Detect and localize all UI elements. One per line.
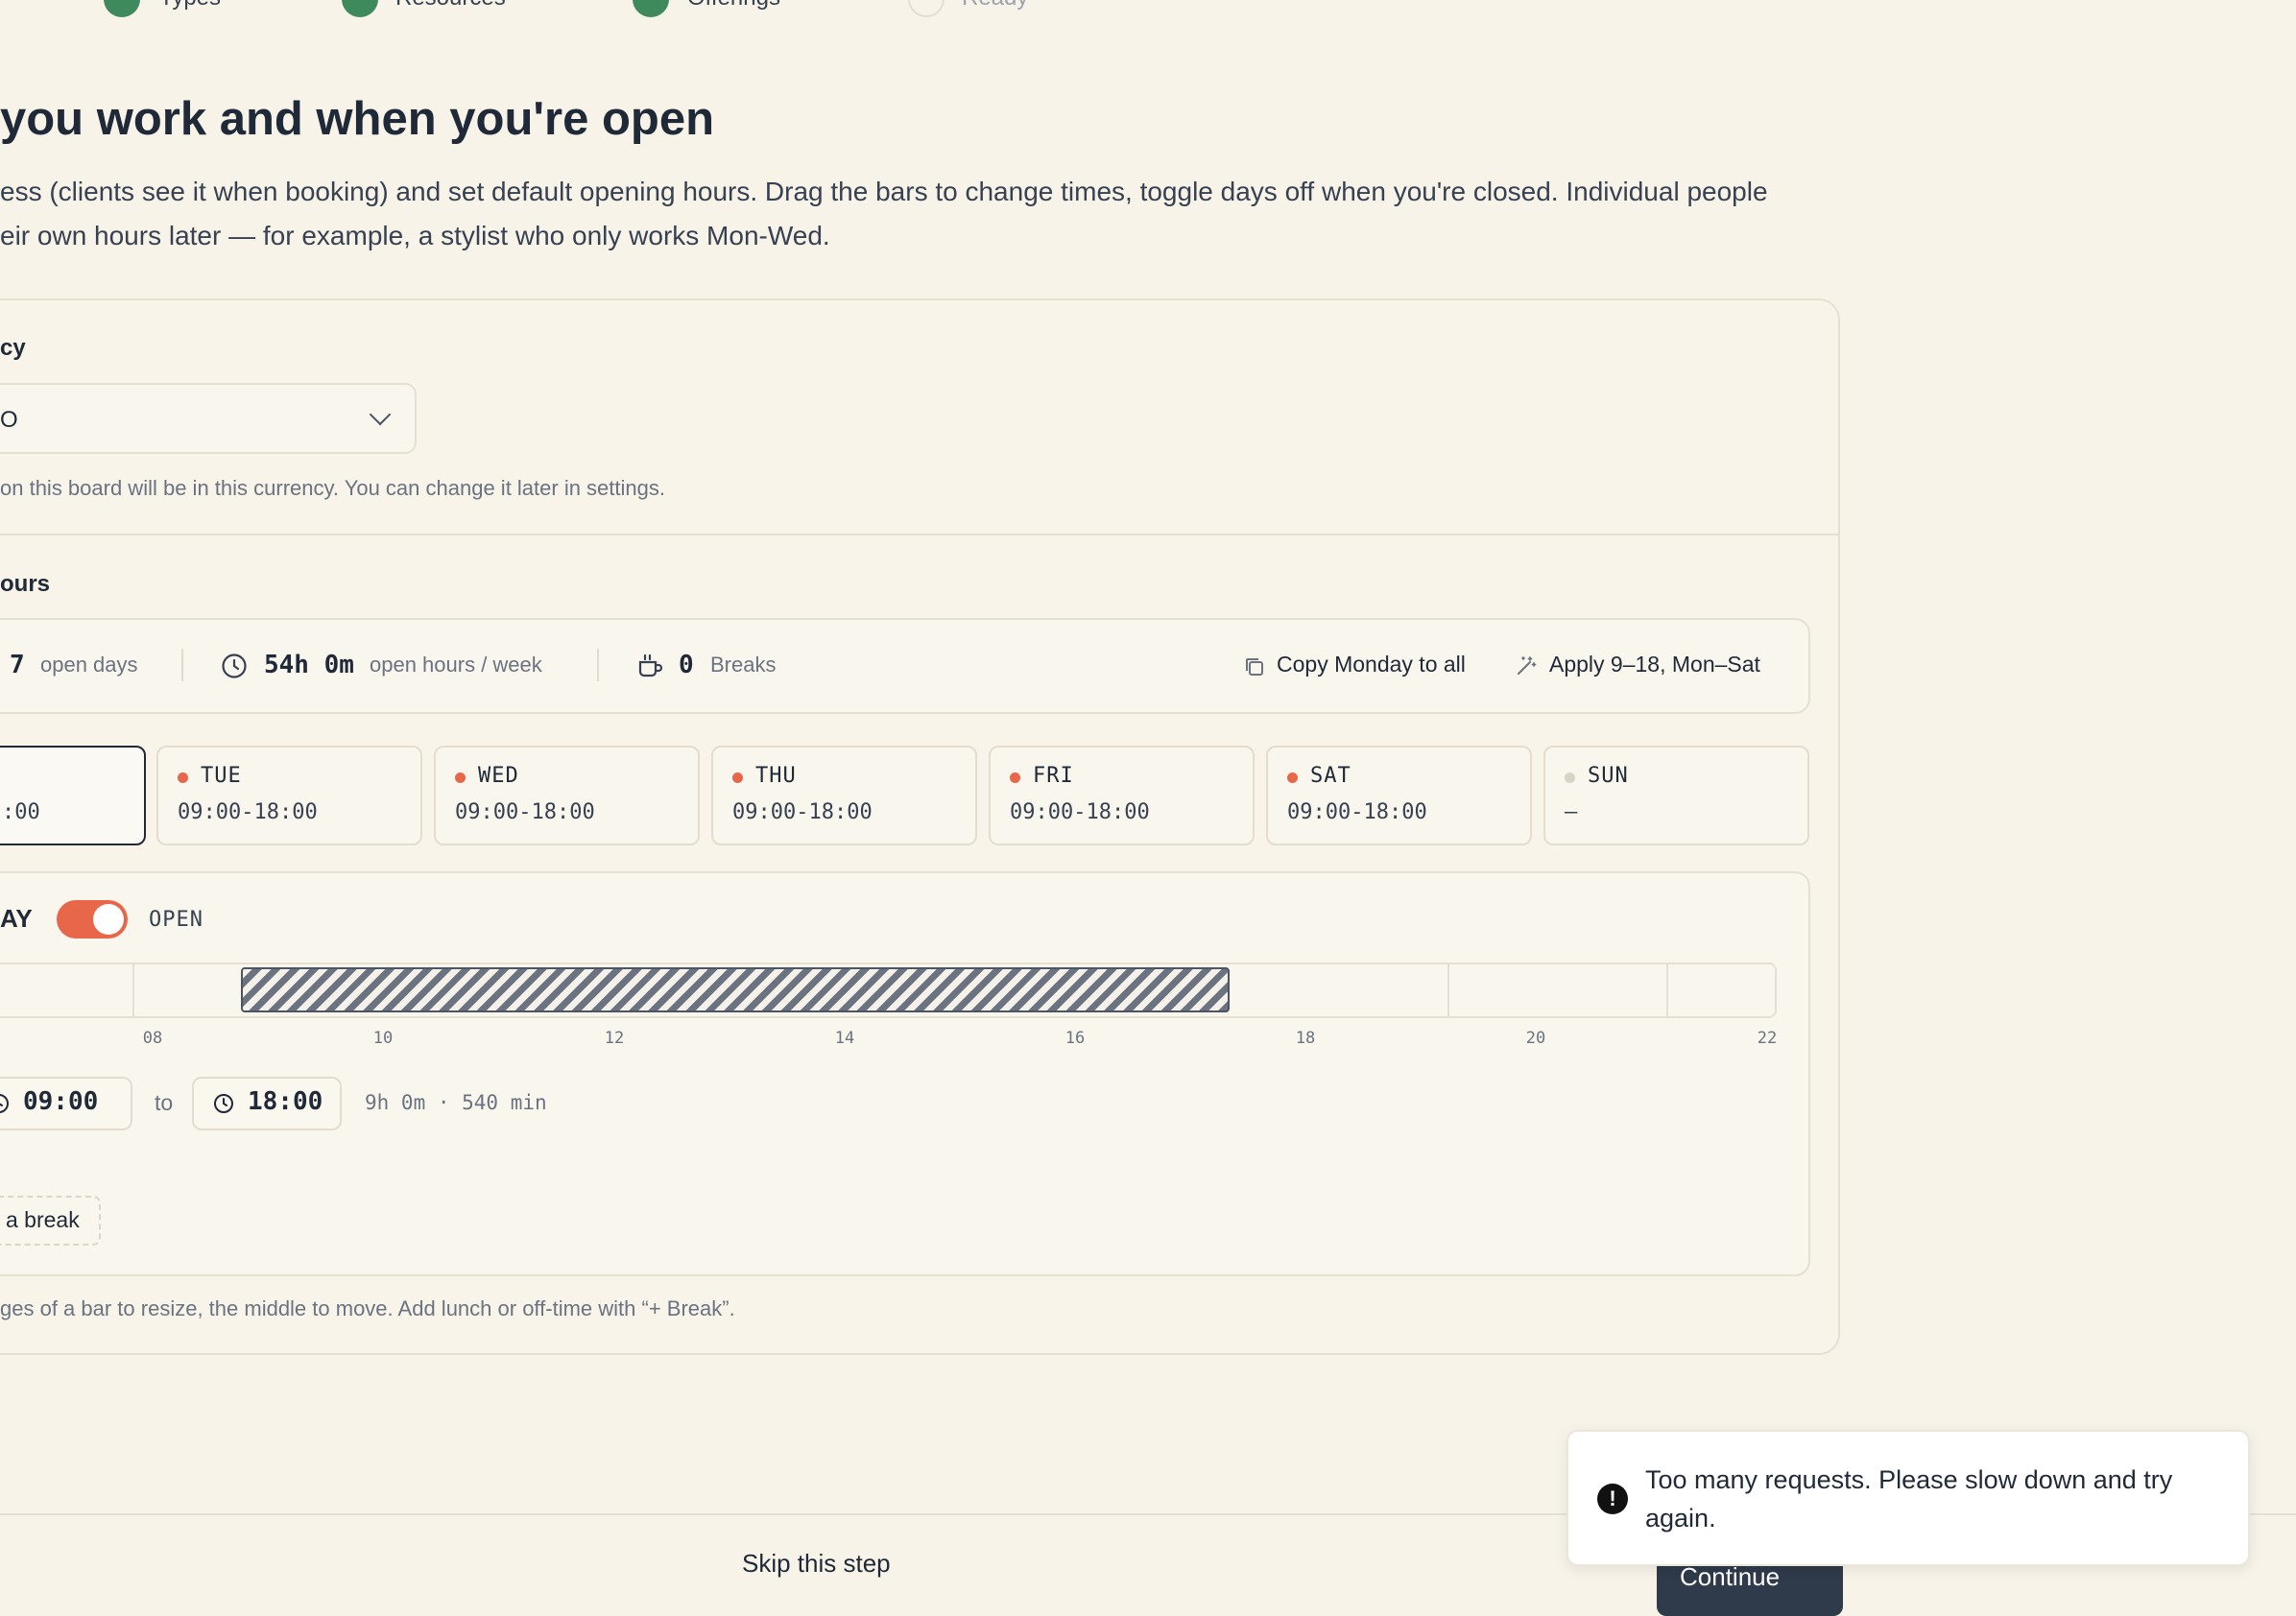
breaks-label: Breaks — [710, 653, 777, 677]
day-name: FRI — [1033, 764, 1074, 788]
timeline-gridline — [132, 964, 134, 1016]
coffee-cup-icon — [638, 654, 663, 677]
step-pending-icon — [908, 0, 945, 17]
currency-helper: on this board will be in this currency. … — [0, 476, 665, 500]
day-card-wed[interactable]: WED 09:00-18:00 — [434, 746, 700, 845]
page-intro-line1: ess (clients see it when booking) and se… — [0, 177, 1768, 206]
clock-icon — [0, 1094, 9, 1113]
currency-label: cy — [0, 335, 26, 361]
timeline-tick: 22 — [1757, 1029, 1778, 1048]
step-done-icon — [104, 0, 140, 17]
day-name: THU — [755, 764, 797, 788]
from-time-picker[interactable]: 09:00 — [0, 1077, 132, 1130]
error-toast: ! Too many requests. Please slow down an… — [1567, 1430, 2250, 1566]
day-card-tue[interactable]: TUE 09:00-18:00 — [156, 746, 422, 845]
day-hours: :00 — [2, 800, 40, 824]
timeline-tick: 14 — [834, 1029, 855, 1048]
stat-divider — [597, 649, 599, 681]
copy-monday-button[interactable]: Copy Monday to all — [1277, 652, 1466, 677]
day-hours: 09:00-18:00 — [732, 800, 873, 824]
open-status-dot — [1010, 772, 1020, 783]
open-days-label: open days — [40, 653, 138, 677]
clock-icon — [214, 1094, 233, 1113]
step-label-ready: Ready — [962, 0, 1028, 12]
weekly-hours-value: 54h 0m — [264, 651, 354, 679]
weekly-hours-label: open hours / week — [370, 653, 542, 677]
stat-divider — [181, 649, 183, 681]
timeline-tick: 12 — [604, 1029, 625, 1048]
closed-status-dot — [1565, 772, 1575, 783]
day-hours: 09:00-18:00 — [455, 800, 595, 824]
day-hours: 09:00-18:00 — [178, 800, 318, 824]
hours-label: ours — [0, 571, 51, 597]
timeline-gridline — [1447, 964, 1449, 1016]
timeline-tick: 08 — [142, 1029, 163, 1048]
day-card-monday[interactable]: :00 — [0, 746, 146, 845]
section-divider — [0, 534, 1840, 535]
day-name: WED — [478, 764, 519, 788]
currency-select[interactable] — [0, 383, 417, 454]
day-card-sun[interactable]: SUN – — [1543, 746, 1809, 845]
copy-icon — [1246, 658, 1263, 676]
day-name: SUN — [1588, 764, 1629, 788]
hours-helper: ges of a bar to resize, the middle to mo… — [0, 1296, 735, 1320]
add-break-label: a break — [6, 1207, 80, 1232]
toggle-knob — [93, 904, 124, 935]
clock-icon — [222, 654, 247, 678]
day-card-fri[interactable]: FRI 09:00-18:00 — [989, 746, 1255, 845]
open-status-dot — [178, 772, 188, 783]
step-label-resources: Resources — [395, 0, 506, 12]
from-time-value: 09:00 — [23, 1087, 99, 1116]
open-status-label: OPEN — [149, 908, 203, 932]
timeline-tick: 16 — [1064, 1029, 1086, 1048]
skip-step-button[interactable]: Skip this step — [742, 1549, 891, 1579]
page-intro-line2: eir own hours later — for example, a sty… — [0, 221, 830, 250]
to-label: to — [155, 1090, 174, 1115]
to-time-value: 18:00 — [248, 1087, 323, 1116]
step-done-icon — [342, 0, 378, 17]
timeline-tick: 10 — [372, 1029, 394, 1048]
breaks-count: 0 — [679, 651, 694, 679]
open-status-dot — [1287, 772, 1298, 783]
step-done-icon — [633, 0, 669, 17]
step-label-offerings: Offerings — [687, 0, 780, 12]
open-days-count: 7 — [10, 651, 25, 679]
step-label-types: Types — [159, 0, 221, 12]
day-hours: 09:00-18:00 — [1287, 800, 1427, 824]
timeline-tick: 18 — [1295, 1029, 1316, 1048]
open-toggle[interactable] — [57, 900, 128, 939]
toast-message: Too many requests. Please slow down and … — [1645, 1465, 2173, 1533]
apply-preset-button[interactable]: Apply 9–18, Mon–Sat — [1549, 652, 1760, 677]
to-time-picker[interactable]: 18:00 — [192, 1077, 342, 1130]
duration-readout: 9h 0m · 540 min — [365, 1091, 547, 1114]
alert-icon: ! — [1597, 1484, 1628, 1514]
editor-day-title: AY — [0, 904, 33, 933]
day-name: SAT — [1310, 764, 1351, 788]
timeline-gridline — [1666, 964, 1668, 1016]
day-editor-panel — [0, 871, 1810, 1276]
open-status-dot — [455, 772, 466, 783]
day-hours: 09:00-18:00 — [1010, 800, 1150, 824]
day-card-sat[interactable]: SAT 09:00-18:00 — [1266, 746, 1532, 845]
open-hours-bar[interactable] — [241, 967, 1230, 1012]
day-name: TUE — [201, 764, 242, 788]
page-title: you work and when you're open — [0, 93, 715, 145]
currency-select-value: O — [0, 407, 18, 433]
day-card-thu[interactable]: THU 09:00-18:00 — [711, 746, 977, 845]
day-hours: – — [1565, 800, 1578, 824]
open-status-dot — [732, 772, 743, 783]
magic-wand-icon — [1518, 656, 1537, 675]
timeline-tick: 20 — [1525, 1029, 1546, 1048]
continue-label: Continue — [1680, 1562, 1781, 1591]
